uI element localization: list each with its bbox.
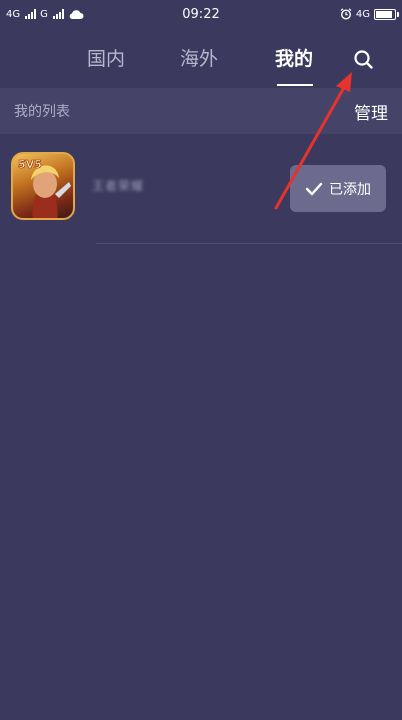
network-label-2: G — [40, 8, 48, 20]
added-label: 已添加 — [329, 181, 371, 198]
row-divider — [96, 243, 402, 244]
tab-bar: 国内 海外 我的 — [0, 28, 402, 88]
manage-button[interactable]: 管理 — [354, 99, 388, 124]
game-badge: 5V5 — [18, 158, 42, 171]
tab-domestic[interactable]: 国内 — [87, 44, 125, 71]
screen: 4G G 09:22 4G 国内 海外 我的 我的列表 管理 5V5 王者荣耀 … — [0, 0, 402, 720]
tab-mine[interactable]: 我的 — [275, 44, 313, 71]
list-item[interactable]: 5V5 王者荣耀 已添加 — [0, 134, 402, 244]
cloud-icon — [69, 9, 84, 19]
status-bar: 4G G 09:22 4G — [0, 0, 402, 28]
game-icon[interactable]: 5V5 — [11, 152, 75, 220]
status-left: 4G G — [6, 9, 84, 20]
alarm-icon — [340, 8, 352, 20]
status-right: 4G — [340, 8, 399, 20]
check-icon — [305, 182, 323, 195]
tab-overseas[interactable]: 海外 — [180, 44, 218, 71]
active-tab-indicator — [277, 84, 313, 86]
added-button[interactable]: 已添加 — [290, 165, 386, 212]
signal-icon — [52, 9, 64, 19]
game-icon-art: 5V5 — [18, 158, 71, 218]
search-button[interactable] — [350, 46, 378, 74]
game-name: 王者荣耀 — [92, 179, 145, 193]
network-label-1: 4G — [6, 8, 21, 20]
list-header: 我的列表 管理 — [0, 88, 402, 134]
list-title: 我的列表 — [14, 104, 70, 120]
battery-icon — [374, 8, 399, 20]
search-icon — [354, 50, 373, 69]
network-label-3: 4G — [355, 8, 370, 20]
signal-icon — [25, 9, 37, 19]
